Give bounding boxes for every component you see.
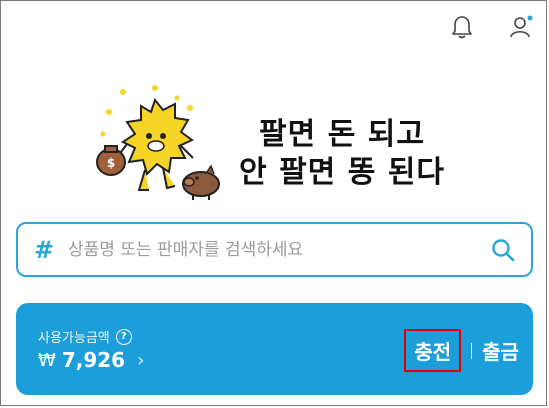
- banner-line-1: 팔면 돈 되고: [259, 117, 425, 152]
- wallet-label-row: 사용가능금액 ?: [38, 327, 132, 346]
- promo-banner[interactable]: $ 팔면 돈 되고 안 팔면 똥 된다: [95, 82, 455, 207]
- mascot-illustration: $: [96, 85, 220, 200]
- chevron-right-icon: ›: [137, 349, 145, 371]
- top-bar: [449, 14, 535, 40]
- wallet-actions: 충전 출금: [404, 329, 519, 372]
- wallet-card: 사용가능금액 ? ₩ 7,926 › 충전 출금: [16, 303, 533, 395]
- help-icon[interactable]: ?: [115, 328, 132, 345]
- withdraw-button[interactable]: 출금: [482, 336, 519, 365]
- divider: [471, 342, 473, 359]
- balance-link[interactable]: ₩ 7,926 ›: [38, 348, 144, 372]
- won-currency-icon: ₩: [38, 349, 56, 371]
- banner-line-2: 안 팔면 똥 된다: [239, 155, 445, 190]
- search-bar[interactable]: #: [16, 222, 533, 277]
- banner-headline: 팔면 돈 되고 안 팔면 똥 된다: [227, 116, 457, 192]
- search-input[interactable]: [66, 238, 483, 261]
- search-icon[interactable]: [483, 230, 523, 270]
- bell-icon[interactable]: [449, 14, 475, 40]
- charge-button[interactable]: 충전: [404, 329, 462, 372]
- bag-symbol: $: [107, 156, 115, 170]
- user-icon[interactable]: [509, 14, 535, 40]
- available-balance-label: 사용가능금액: [38, 331, 110, 346]
- balance-amount: 7,926: [61, 348, 126, 372]
- hash-icon: #: [34, 235, 55, 264]
